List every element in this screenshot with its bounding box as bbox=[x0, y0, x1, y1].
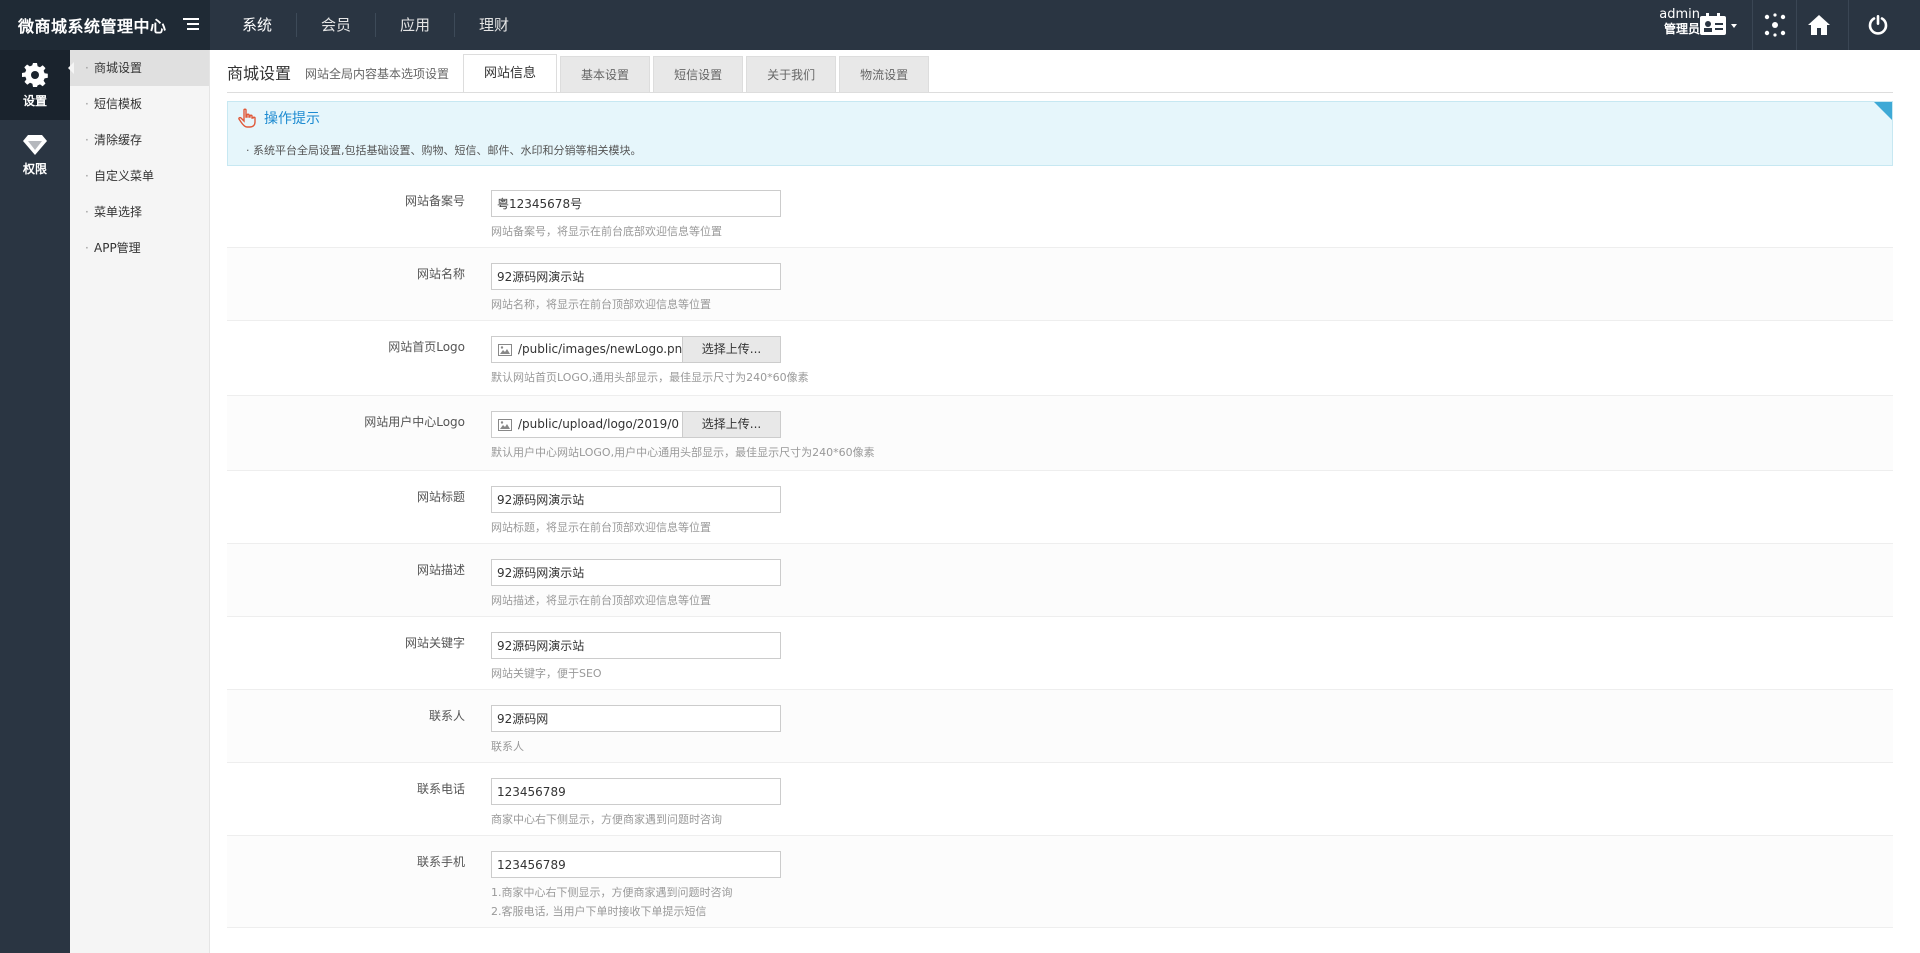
form-row-site-title: 网站标题 网站标题，将显示在前台顶部欢迎信息等位置 bbox=[227, 471, 1893, 544]
mobile-hint-line-1: 1.商家中心右下侧显示，方便商家遇到问题时咨询 bbox=[491, 886, 733, 899]
submenu: 商城设置 短信模板 清除缓存 自定义菜单 菜单选择 APP管理 bbox=[68, 50, 210, 953]
image-icon bbox=[492, 337, 518, 362]
rail-item-settings[interactable]: 设置 bbox=[0, 50, 70, 120]
page-header: 商城设置 网站全局内容基本选项设置 网站信息 基本设置 短信设置 关于我们 物流… bbox=[227, 50, 932, 92]
topnav-app[interactable]: 应用 bbox=[376, 13, 456, 37]
contact-hint: 联系人 bbox=[491, 740, 524, 753]
diamond-icon bbox=[23, 134, 47, 155]
main-content: 商城设置 网站全局内容基本选项设置 网站信息 基本设置 短信设置 关于我们 物流… bbox=[210, 50, 1920, 953]
form-row-mobile: 联系手机 1.商家中心右下侧显示，方便商家遇到问题时咨询 2.客服电话, 当用户… bbox=[227, 836, 1893, 928]
tip-heading-text: 操作提示 bbox=[264, 111, 320, 127]
user-logo-hint: 默认用户中心网站LOGO,用户中心通用头部显示，最佳显示尺寸为240*60像素 bbox=[491, 446, 875, 459]
submenu-item-menu-select[interactable]: 菜单选择 bbox=[70, 194, 209, 230]
form-row-site-desc: 网站描述 网站描述，将显示在前台顶部欢迎信息等位置 bbox=[227, 544, 1893, 617]
tab-about-us[interactable]: 关于我们 bbox=[746, 56, 837, 92]
submenu-item-clear-cache[interactable]: 清除缓存 bbox=[70, 122, 209, 158]
keywords-input[interactable] bbox=[491, 632, 781, 659]
site-desc-hint: 网站描述，将显示在前台顶部欢迎信息等位置 bbox=[491, 594, 711, 607]
site-desc-label: 网站描述 bbox=[416, 563, 465, 577]
topnav-member[interactable]: 会员 bbox=[297, 13, 377, 37]
network-icon[interactable] bbox=[1752, 0, 1796, 50]
power-icon[interactable] bbox=[1848, 0, 1906, 50]
icp-label: 网站备案号 bbox=[404, 194, 465, 208]
keywords-hint: 网站关键字，便于SEO bbox=[491, 667, 602, 680]
image-icon bbox=[492, 412, 518, 437]
tip-corner bbox=[1874, 102, 1892, 120]
id-card-icon[interactable] bbox=[1692, 0, 1744, 50]
contact-label: 联系人 bbox=[428, 709, 465, 723]
tab-divider bbox=[227, 92, 1893, 93]
mobile-hint-line-2: 2.客服电话, 当用户下单时接收下单提示短信 bbox=[491, 905, 707, 918]
site-name-label: 网站名称 bbox=[416, 267, 465, 281]
page-subtitle: 网站全局内容基本选项设置 bbox=[305, 67, 450, 81]
gear-icon bbox=[22, 62, 48, 87]
topnav-finance[interactable]: 理财 bbox=[455, 13, 533, 37]
mobile-input[interactable] bbox=[491, 851, 781, 878]
mobile-label: 联系手机 bbox=[416, 855, 465, 869]
form-row-user-logo: 网站用户中心Logo /public/upload/logo/2019/0 选择… bbox=[227, 396, 1893, 471]
logo-path: /public/images/newLogo.png bbox=[518, 342, 682, 356]
rail-label-permissions: 权限 bbox=[22, 161, 47, 176]
top-nav: 系统 会员 应用 理财 bbox=[218, 0, 533, 50]
mobile-hint: 1.商家中心右下侧显示，方便商家遇到问题时咨询 2.客服电话, 当用户下单时接收… bbox=[491, 883, 1893, 921]
rail-label-settings: 设置 bbox=[22, 93, 47, 108]
form-row-contact: 联系人 联系人 bbox=[227, 690, 1893, 763]
phone-input[interactable] bbox=[491, 778, 781, 805]
logo-upload-button[interactable]: 选择上传... bbox=[682, 337, 780, 362]
tab-basic-settings[interactable]: 基本设置 bbox=[560, 56, 651, 92]
tip-text: · 系统平台全局设置,包括基础设置、购物、短信、邮件、水印和分销等相关模块。 bbox=[246, 144, 642, 157]
tip-box: 操作提示 · 系统平台全局设置,包括基础设置、购物、短信、邮件、水印和分销等相关… bbox=[227, 101, 1893, 166]
settings-form: 网站备案号 网站备案号，将显示在前台底部欢迎信息等位置 网站名称 网站名称，将显… bbox=[227, 175, 1893, 928]
user-logo-path: /public/upload/logo/2019/0 bbox=[518, 417, 679, 431]
tab-bar: 网站信息 基本设置 短信设置 关于我们 物流设置 bbox=[463, 54, 932, 92]
hand-pointer-icon bbox=[238, 108, 256, 128]
phone-label: 联系电话 bbox=[416, 782, 465, 796]
icp-input[interactable] bbox=[491, 190, 781, 217]
tab-logistics-settings[interactable]: 物流设置 bbox=[839, 56, 930, 92]
logo-file-input[interactable]: /public/images/newLogo.png 选择上传... bbox=[491, 336, 781, 363]
menu-toggle-icon[interactable] bbox=[183, 18, 199, 32]
site-desc-input[interactable] bbox=[491, 559, 781, 586]
site-title-label: 网站标题 bbox=[416, 490, 465, 504]
contact-input[interactable] bbox=[491, 705, 781, 732]
icp-hint: 网站备案号，将显示在前台底部欢迎信息等位置 bbox=[491, 225, 722, 238]
page-title: 商城设置 bbox=[227, 64, 292, 83]
form-row-phone: 联系电话 商家中心右下侧显示，方便商家遇到问题时咨询 bbox=[227, 763, 1893, 836]
site-title-input[interactable] bbox=[491, 486, 781, 513]
brand: 微商城系统管理中心 bbox=[0, 0, 210, 50]
site-name-input[interactable] bbox=[491, 263, 781, 290]
user-logo-file-input[interactable]: /public/upload/logo/2019/0 选择上传... bbox=[491, 411, 781, 438]
top-bar: 微商城系统管理中心 系统 会员 应用 理财 admin 管理员 bbox=[0, 0, 1920, 50]
user-logo-label: 网站用户中心Logo bbox=[364, 415, 465, 429]
tab-site-info[interactable]: 网站信息 bbox=[463, 54, 558, 92]
logo-label: 网站首页Logo bbox=[388, 340, 465, 354]
form-row-icp: 网站备案号 网站备案号，将显示在前台底部欢迎信息等位置 bbox=[227, 175, 1893, 248]
rail-item-permissions[interactable]: 权限 bbox=[0, 120, 70, 190]
site-name-hint: 网站名称，将显示在前台顶部欢迎信息等位置 bbox=[491, 298, 711, 311]
icon-rail: 设置 权限 bbox=[0, 50, 70, 953]
form-row-logo: 网站首页Logo /public/images/newLogo.png 选择上传… bbox=[227, 321, 1893, 396]
home-icon[interactable] bbox=[1796, 0, 1840, 50]
app-title: 微商城系统管理中心 bbox=[18, 17, 167, 36]
form-row-keywords: 网站关键字 网站关键字，便于SEO bbox=[227, 617, 1893, 690]
keywords-label: 网站关键字 bbox=[404, 636, 465, 650]
tab-sms-settings[interactable]: 短信设置 bbox=[653, 56, 744, 92]
user-logo-upload-button[interactable]: 选择上传... bbox=[682, 412, 780, 437]
submenu-item-mall-settings[interactable]: 商城设置 bbox=[68, 50, 209, 86]
submenu-item-sms-templates[interactable]: 短信模板 bbox=[70, 86, 209, 122]
topnav-system[interactable]: 系统 bbox=[218, 13, 298, 37]
phone-hint: 商家中心右下侧显示，方便商家遇到问题时咨询 bbox=[491, 813, 722, 826]
site-title-hint: 网站标题，将显示在前台顶部欢迎信息等位置 bbox=[491, 521, 711, 534]
tip-heading: 操作提示 bbox=[238, 108, 320, 128]
logo-hint: 默认网站首页LOGO,通用头部显示，最佳显示尺寸为240*60像素 bbox=[491, 371, 809, 384]
form-row-site-name: 网站名称 网站名称，将显示在前台顶部欢迎信息等位置 bbox=[227, 248, 1893, 321]
submenu-item-app-manage[interactable]: APP管理 bbox=[70, 230, 209, 266]
submenu-item-custom-menu[interactable]: 自定义菜单 bbox=[70, 158, 209, 194]
